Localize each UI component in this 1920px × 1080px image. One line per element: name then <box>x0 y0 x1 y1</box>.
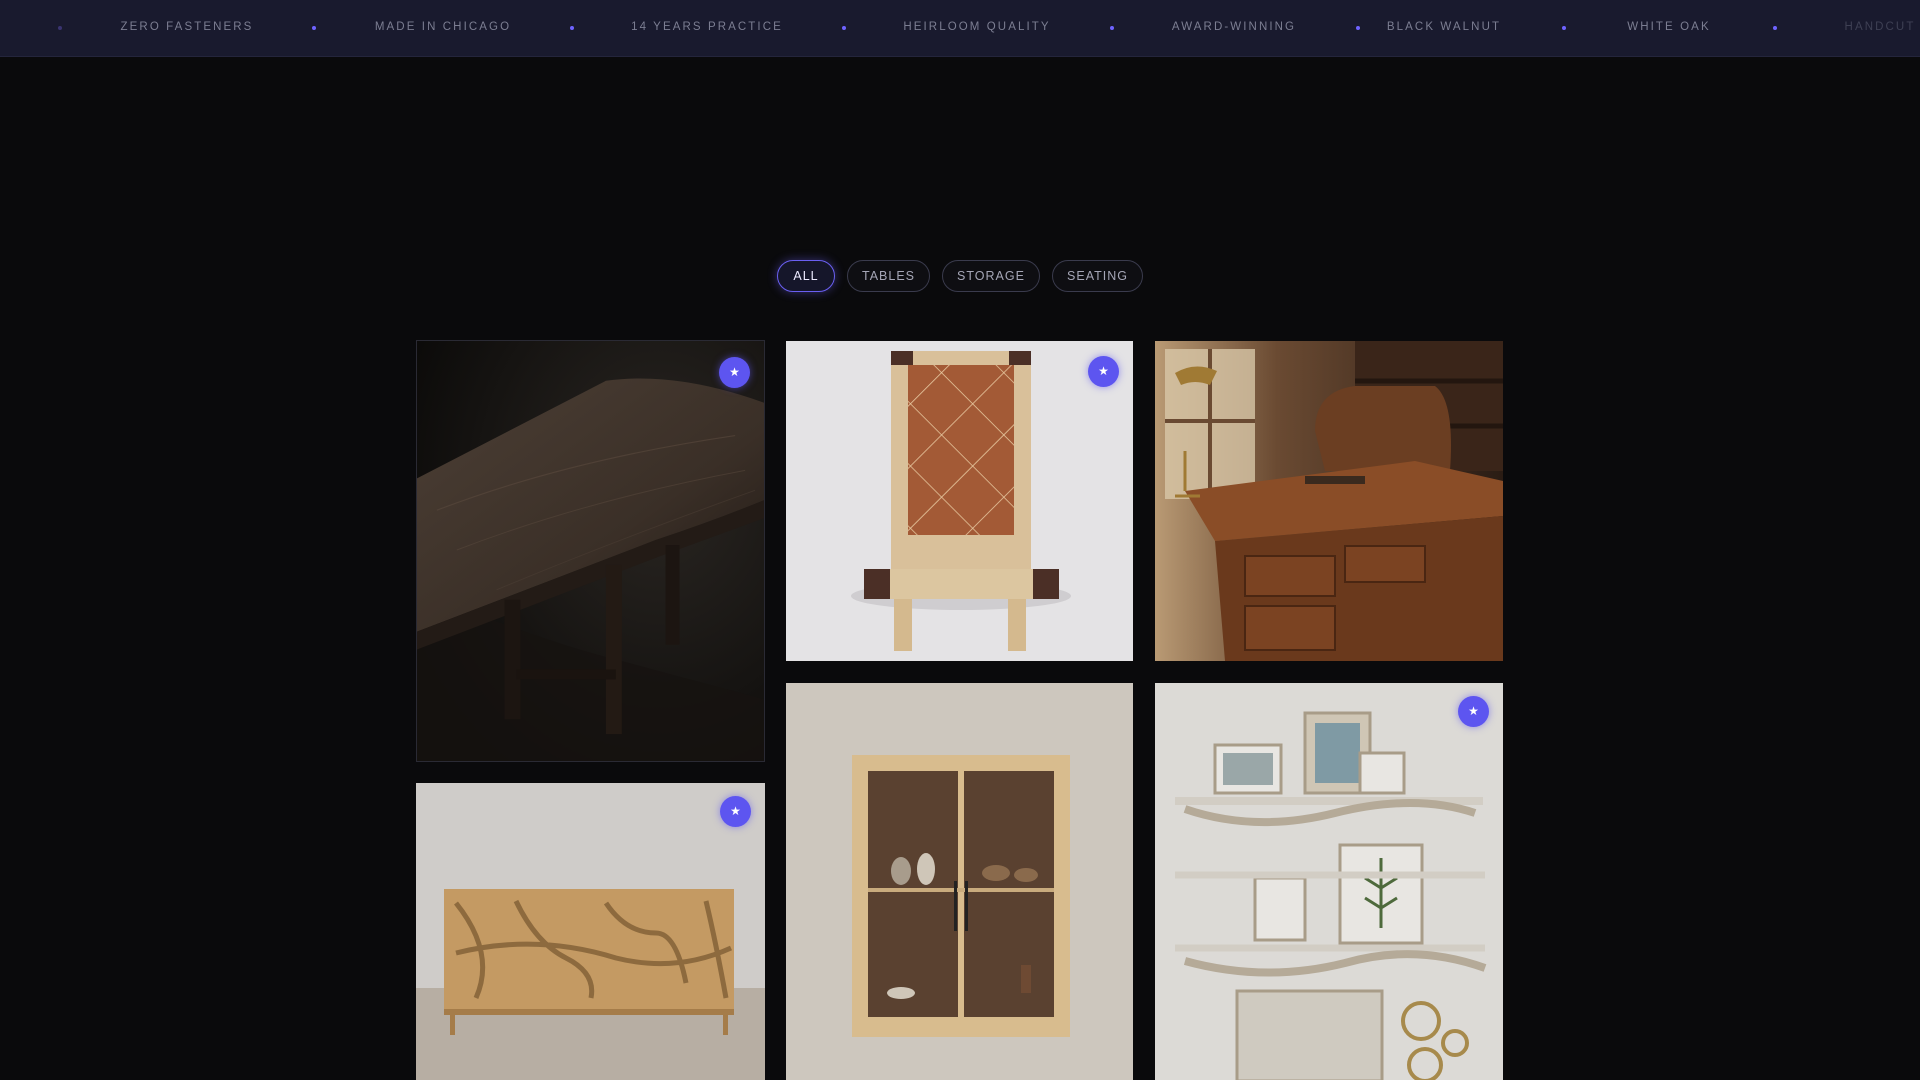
featured-star-badge: ★ <box>1088 356 1119 387</box>
marquee-dot <box>1110 26 1114 30</box>
marquee-item: 14 YEARS PRACTICE <box>631 21 783 33</box>
marquee-dot <box>570 26 574 30</box>
filter-tables-button[interactable]: TABLES <box>847 260 930 292</box>
leather-bench-image <box>786 341 1133 661</box>
filter-all-button[interactable]: ALL <box>777 260 835 292</box>
gallery-card-walnut-table[interactable]: ★ <box>416 340 765 762</box>
driftwood-shelves-image <box>1155 683 1503 1080</box>
marquee-item: WHITE OAK <box>1627 21 1711 33</box>
category-filter-bar: ALL TABLES STORAGE SEATING <box>0 260 1920 292</box>
marquee-item: BLACK WALNUT <box>1386 21 1502 33</box>
featured-star-badge: ★ <box>720 796 751 827</box>
marquee-dot <box>312 26 316 30</box>
gallery-card-leather-bench[interactable]: ★ <box>786 341 1133 661</box>
featured-star-badge: ★ <box>719 357 750 388</box>
gallery-card-glass-cabinet[interactable] <box>786 683 1133 1080</box>
marquee-item: MADE IN CHICAGO <box>374 21 512 33</box>
marquee-dot <box>58 26 62 30</box>
marquee-dot <box>1356 26 1360 30</box>
walnut-table-image <box>417 341 764 761</box>
marquee-dot <box>842 26 846 30</box>
marquee-dot <box>1562 26 1566 30</box>
featured-star-badge: ★ <box>1458 696 1489 727</box>
marquee-item: AWARD-WINNING <box>1171 21 1297 33</box>
marquee-dot <box>1773 26 1777 30</box>
gallery-card-carved-sideboard[interactable]: ★ <box>416 783 765 1080</box>
marquee-item: HANDCUT <box>1844 21 1916 33</box>
gallery-card-partners-desk[interactable] <box>1155 341 1503 661</box>
carved-sideboard-image <box>416 783 765 1080</box>
partners-desk-image <box>1155 341 1503 661</box>
glass-cabinet-image <box>786 683 1133 1080</box>
marquee-item: ZERO FASTENERS <box>120 21 254 33</box>
marquee-item: HEIRLOOM QUALITY <box>903 21 1051 33</box>
gallery-card-driftwood-shelves[interactable]: ★ <box>1155 683 1503 1080</box>
filter-storage-button[interactable]: STORAGE <box>942 260 1040 292</box>
filter-seating-button[interactable]: SEATING <box>1052 260 1143 292</box>
marquee-banner: ZERO FASTENERS MADE IN CHICAGO 14 YEARS … <box>0 0 1920 57</box>
